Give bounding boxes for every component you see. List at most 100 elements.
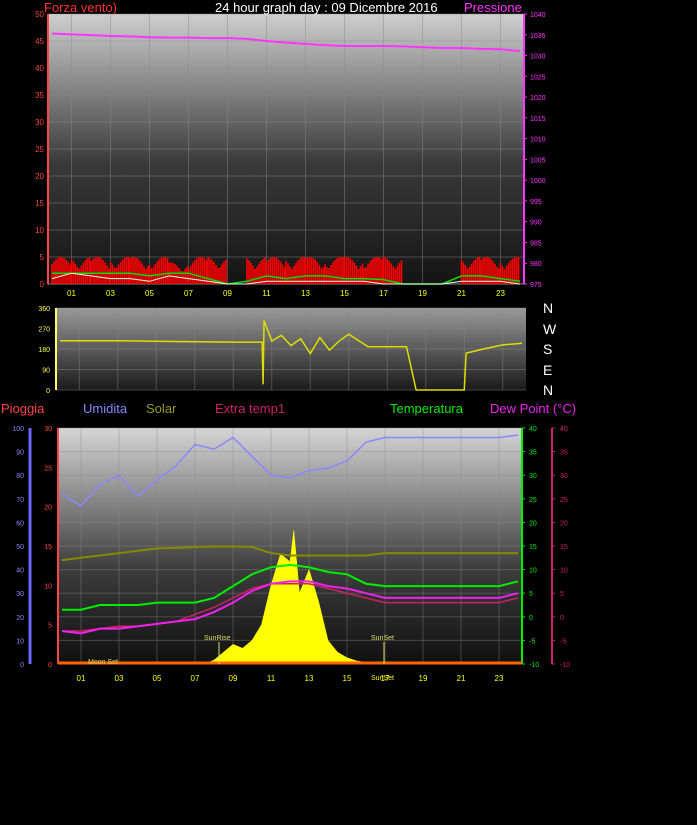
temperature-tick-label: 20 (529, 520, 537, 527)
wind-tick-label: 10 (35, 226, 44, 235)
humidity-tick-label: 40 (16, 568, 24, 575)
wind-tick-label: 35 (35, 91, 44, 100)
extra-temp-tick-label: 10 (560, 568, 568, 575)
bottom-hour-label: 01 (77, 674, 86, 683)
humidity-tick-label: 30 (16, 591, 24, 598)
chart-title: 24 hour graph day : 09 Dicembre 2016 (215, 0, 438, 15)
pressure-tick-label: 975 (530, 282, 542, 289)
rain-tick-label: 0 (48, 662, 52, 669)
pressure-tick-label: 1030 (530, 54, 546, 61)
temperature-tick-label: 5 (529, 591, 533, 598)
temperature-tick-label: -5 (529, 638, 535, 645)
direction-tick-label: 180 (38, 347, 50, 354)
bottom-hour-label: 19 (419, 674, 428, 683)
wind-tick-label: 40 (35, 64, 44, 73)
sunset-annotation: SunSet (371, 635, 394, 642)
legend-temperatura: Temperatura (390, 401, 463, 416)
sunset-annotation-bottom: SunSet (371, 675, 394, 682)
top-hour-label: 21 (457, 289, 466, 298)
bottom-hour-label: 05 (153, 674, 162, 683)
extra-temp-tick-label: 40 (560, 426, 568, 433)
extra-temp-tick-label: -5 (560, 638, 566, 645)
rain-tick-label: 5 (48, 623, 52, 630)
temperature-tick-label: 40 (529, 426, 537, 433)
top-hour-label: 13 (301, 289, 310, 298)
legend-extra-temp: Extra temp1 (215, 401, 286, 416)
extra-temp-tick-label: 30 (560, 473, 568, 480)
extra-temp-tick-label: 25 (560, 497, 568, 504)
top-hour-label: 23 (496, 289, 505, 298)
pressure-tick-label: 990 (530, 220, 542, 227)
wind-tick-label: 30 (35, 118, 44, 127)
bottom-hour-label: 07 (191, 674, 200, 683)
weather-graph-canvas: 50 45 40 35 30 25 20 15 10 5 0 1040 1035 1030 1025 102… (0, 0, 697, 825)
compass-letter-2: S (543, 341, 553, 357)
top-hour-label: 03 (106, 289, 115, 298)
compass-letter-0: N (543, 300, 554, 316)
pressure-tick-label: 1015 (530, 116, 546, 123)
rain-tick-label: 30 (44, 426, 52, 433)
pressure-tick-label: 1000 (530, 178, 546, 185)
direction-tick-label: 270 (38, 327, 50, 334)
wind-tick-label: 0 (40, 280, 45, 289)
wind-tick-label: 20 (35, 172, 44, 181)
compass-labels: NWSEN (543, 298, 563, 401)
pressure-tick-label: 1005 (530, 157, 546, 164)
moonset-annotation: Moon Set (88, 659, 118, 666)
top-hour-label: 19 (418, 289, 427, 298)
extra-temp-tick-label: 15 (560, 544, 568, 551)
pressure-tick-label: 1020 (530, 95, 546, 102)
direction-tick-label: 360 (38, 306, 50, 313)
compass-letter-3: E (543, 361, 553, 378)
humidity-tick-label: 80 (16, 473, 24, 480)
legend-pioggia: Pioggia (1, 401, 45, 416)
rain-tick-label: 15 (44, 544, 52, 551)
extra-temp-tick-label: 0 (560, 615, 564, 622)
humidity-tick-label: 90 (16, 450, 24, 457)
rain-tick-label: 20 (44, 505, 52, 512)
pressure-tick-label: 1040 (530, 12, 546, 19)
temperature-tick-label: 0 (529, 615, 533, 622)
humidity-tick-label: 60 (16, 520, 24, 527)
direction-tick-label: 90 (42, 368, 50, 375)
wind-tick-label: 45 (35, 37, 44, 46)
temperature-tick-label: -10 (529, 662, 539, 669)
wind-direction-chart: 360 270 180 90 0 (38, 306, 526, 395)
top-hour-label: 09 (223, 289, 232, 298)
bottom-hour-label: 03 (115, 674, 124, 683)
pressure-tick-label: 1010 (530, 137, 546, 144)
bottom-hour-label: 15 (343, 674, 352, 683)
sunrise-annotation: SunRise (204, 635, 231, 642)
top-hour-label: 07 (184, 289, 193, 298)
bottom-hour-label: 21 (457, 674, 466, 683)
bottom-hour-label: 09 (229, 674, 238, 683)
temperature-tick-label: 35 (529, 450, 537, 457)
temperature-humidity-chart: 1009080706050403020100302520151050403530… (12, 426, 570, 683)
wind-pressure-chart: 50454035302520151050 1040103510301025102… (35, 10, 546, 298)
top-hour-label: 15 (340, 289, 349, 298)
wind-tick-label: 5 (40, 253, 45, 262)
legend-umidita: Umidita (83, 401, 128, 416)
wind-tick-label: 15 (35, 199, 44, 208)
pressure-tick-label: 985 (530, 240, 542, 247)
extra-temp-tick-label: 5 (560, 591, 564, 598)
top-hour-label: 11 (262, 289, 271, 298)
top-hour-label: 01 (67, 289, 76, 298)
pressure-axis-title: Pressione (464, 0, 522, 15)
compass-letter-4: N (543, 382, 554, 398)
legend-dew-point: Dew Point (°C) (490, 401, 577, 416)
rain-tick-label: 25 (44, 465, 52, 472)
rain-tick-label: 10 (44, 583, 52, 590)
humidity-tick-label: 10 (16, 638, 24, 645)
extra-temp-tick-label: 35 (560, 450, 568, 457)
humidity-tick-label: 0 (20, 662, 24, 669)
top-hour-label: 17 (379, 289, 388, 298)
temperature-tick-label: 15 (529, 544, 537, 551)
humidity-tick-label: 20 (16, 615, 24, 622)
temperature-tick-label: 30 (529, 473, 537, 480)
pressure-tick-label: 1025 (530, 74, 546, 81)
temperature-tick-label: 25 (529, 497, 537, 504)
temperature-tick-label: 10 (529, 568, 537, 575)
pressure-tick-label: 995 (530, 199, 542, 206)
humidity-tick-label: 50 (16, 544, 24, 551)
